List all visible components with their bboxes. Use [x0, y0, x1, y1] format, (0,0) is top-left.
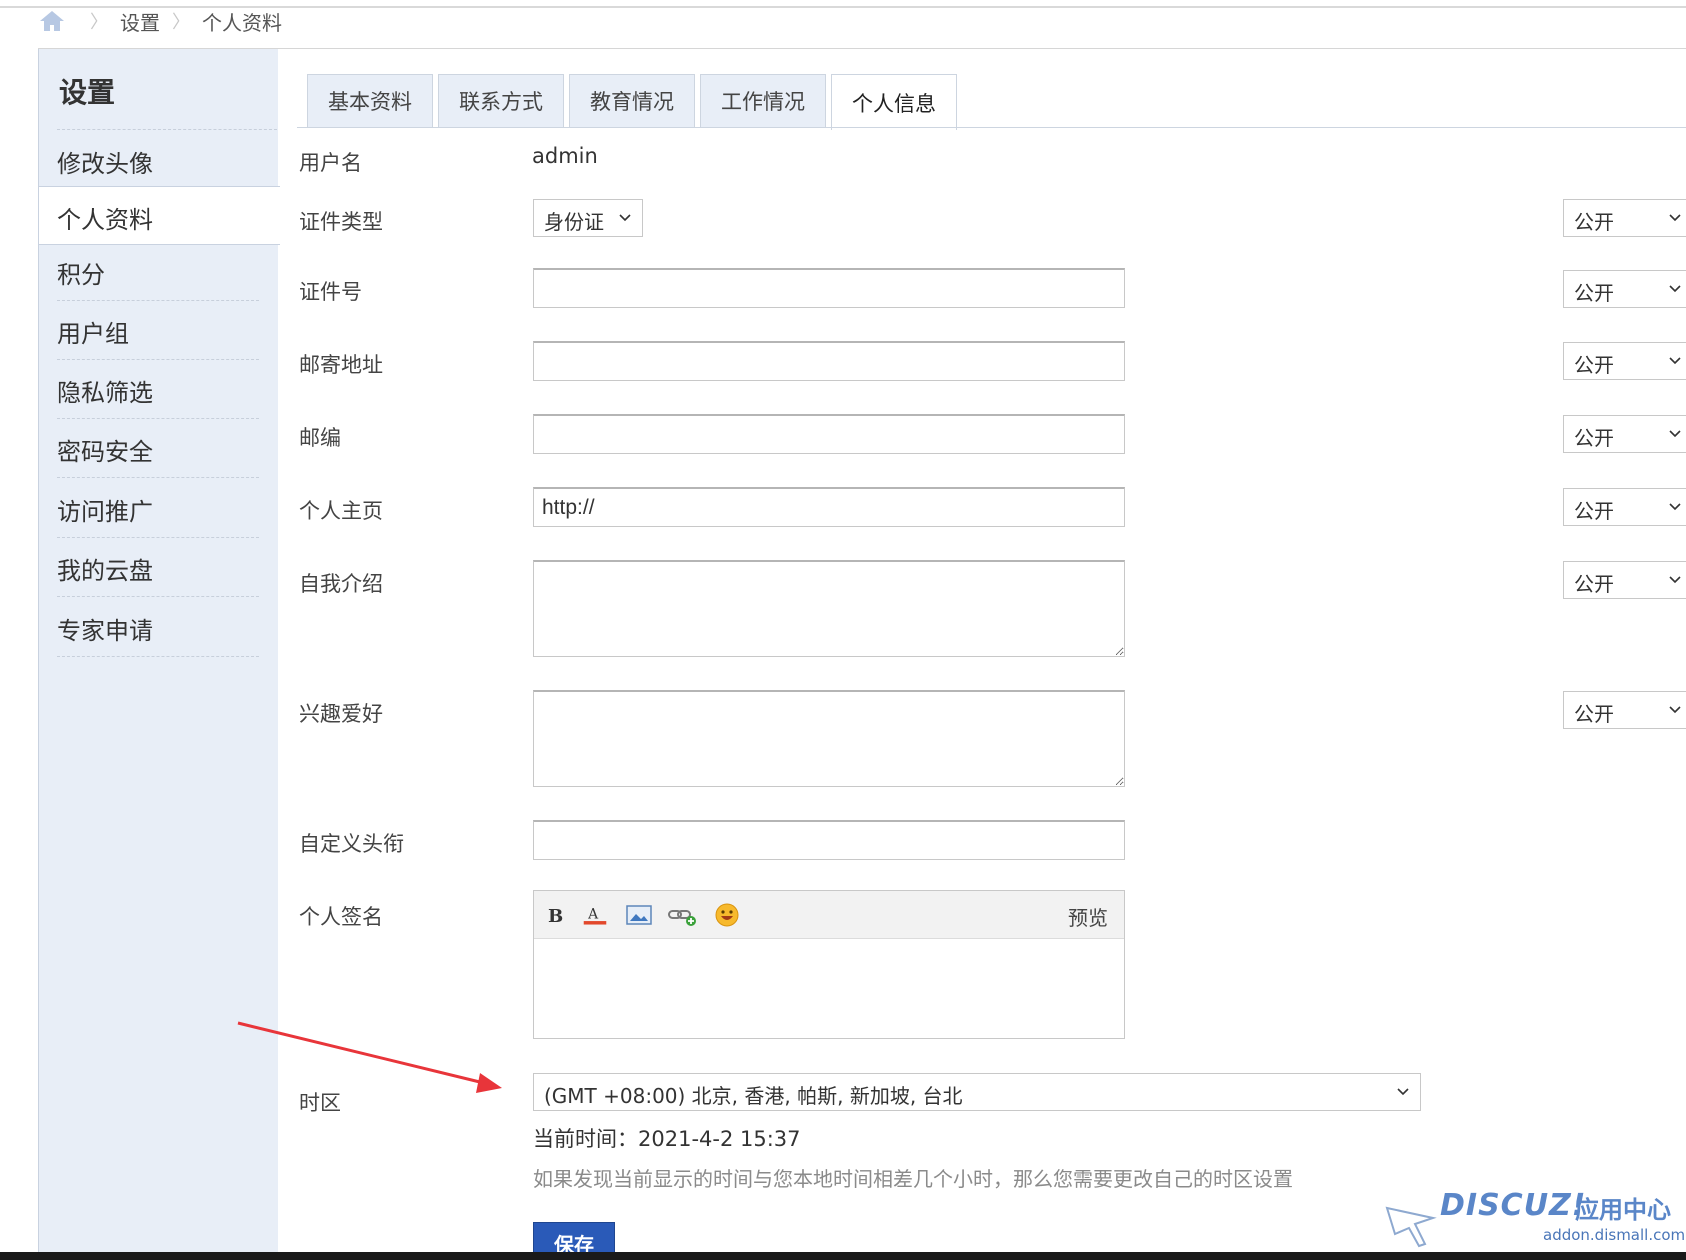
sidebar-item-label: 积分	[57, 261, 105, 289]
privacy-value: 公开	[1574, 499, 1614, 523]
breadcrumb-settings[interactable]: 设置	[120, 7, 160, 36]
privacy-value: 公开	[1574, 281, 1614, 305]
signature-label: 个人签名	[299, 905, 383, 929]
interests-label: 兴趣爱好	[299, 702, 383, 726]
interests-textarea[interactable]	[533, 690, 1125, 787]
svg-text:A: A	[587, 906, 599, 922]
bottom-bar	[0, 1252, 1686, 1260]
id-number-label: 证件号	[299, 280, 362, 304]
breadcrumb-profile: 个人资料	[202, 10, 282, 35]
username-label: 用户名	[299, 151, 362, 175]
zipcode-input[interactable]	[533, 414, 1125, 454]
chevron-down-icon	[619, 214, 631, 222]
link-icon[interactable]	[668, 903, 698, 927]
timezone-hint: 如果发现当前显示的时间与您本地时间相差几个小时，那么您需要更改自己的时区设置	[533, 1167, 1293, 1191]
editor-toolbar: B A 预览	[534, 891, 1124, 939]
sidebar-item-credits[interactable]: 积分	[39, 242, 279, 301]
id-number-input[interactable]	[533, 268, 1125, 308]
chevron-right-icon: 〉	[172, 12, 190, 33]
timezone-value: (GMT +08:00) 北京, 香港, 帕斯, 新加坡, 台北	[544, 1084, 963, 1108]
sidebar-item-label: 访问推广	[57, 498, 153, 526]
chevron-down-icon	[1669, 357, 1681, 365]
image-icon[interactable]	[626, 903, 652, 927]
chevron-down-icon	[1669, 503, 1681, 511]
username-value: admin	[532, 144, 598, 168]
sidebar-item-profile[interactable]: 个人资料	[39, 186, 280, 245]
interests-privacy-select[interactable]: 公开	[1563, 691, 1686, 729]
chevron-down-icon	[1669, 430, 1681, 438]
tab-basic[interactable]: 基本资料	[307, 74, 433, 127]
custom-title-label: 自定义头衔	[299, 832, 404, 856]
address-privacy-select[interactable]: 公开	[1563, 342, 1686, 380]
address-label: 邮寄地址	[299, 353, 383, 377]
chevron-down-icon	[1669, 285, 1681, 293]
bio-textarea[interactable]	[533, 560, 1125, 657]
sidebar-title: 设置	[59, 76, 116, 109]
tab-personal[interactable]: 个人信息	[831, 74, 957, 130]
bold-icon[interactable]: B	[544, 903, 570, 927]
chevron-down-icon	[1669, 706, 1681, 714]
sidebar-item-password[interactable]: 密码安全	[39, 419, 279, 478]
privacy-value: 公开	[1574, 572, 1614, 596]
font-color-icon[interactable]: A	[582, 903, 608, 927]
sidebar-item-privacy[interactable]: 隐私筛选	[39, 360, 279, 419]
svg-text:B: B	[548, 906, 563, 927]
homepage-input[interactable]	[533, 487, 1125, 527]
breadcrumb: 〉 设置 〉 个人资料	[38, 6, 282, 36]
zipcode-label: 邮编	[299, 426, 341, 450]
sidebar-item-label: 个人资料	[57, 206, 153, 234]
tab-underline	[297, 127, 1686, 128]
homepage-privacy-select[interactable]: 公开	[1563, 488, 1686, 526]
preview-button[interactable]: 预览	[1068, 902, 1108, 931]
chevron-down-icon	[1669, 214, 1681, 222]
timezone-select[interactable]: (GMT +08:00) 北京, 香港, 帕斯, 新加坡, 台北	[533, 1073, 1421, 1111]
id-type-privacy-select[interactable]: 公开	[1563, 199, 1686, 237]
homepage-label: 个人主页	[299, 499, 383, 523]
watermark-url: addon.dismall.com	[1543, 1226, 1686, 1244]
sidebar-item-label: 修改头像	[57, 150, 153, 178]
chevron-right-icon: 〉	[90, 12, 108, 33]
custom-title-input[interactable]	[533, 820, 1125, 860]
privacy-value: 公开	[1574, 353, 1614, 377]
current-time: 当前时间：2021-4-2 15:37	[533, 1127, 801, 1151]
watermark-text: 应用中心	[1575, 1196, 1671, 1224]
home-icon[interactable]	[38, 9, 66, 33]
sidebar-item-promotion[interactable]: 访问推广	[39, 479, 279, 538]
tab-education[interactable]: 教育情况	[569, 74, 695, 127]
sidebar-item-usergroup[interactable]: 用户组	[39, 301, 279, 360]
bio-label: 自我介绍	[299, 572, 383, 596]
tab-bar: 基本资料 联系方式 教育情况 工作情况 个人信息	[307, 74, 962, 130]
tab-contact[interactable]: 联系方式	[438, 74, 564, 127]
frame-border	[38, 48, 1686, 49]
sidebar-item-label: 密码安全	[57, 438, 153, 466]
signature-editor: B A 预览	[533, 890, 1125, 1039]
zipcode-privacy-select[interactable]: 公开	[1563, 415, 1686, 453]
sidebar: 设置 修改头像 个人资料 积分 用户组 隐私筛选 密码安全 访问推广 我的云盘 …	[38, 49, 280, 1259]
privacy-value: 公开	[1574, 210, 1614, 234]
sidebar-item-avatar[interactable]: 修改头像	[39, 131, 279, 190]
timezone-label: 时区	[299, 1091, 341, 1115]
bio-privacy-select[interactable]: 公开	[1563, 561, 1686, 599]
sidebar-item-label: 我的云盘	[57, 557, 153, 585]
privacy-value: 公开	[1574, 702, 1614, 726]
sidebar-item-label: 用户组	[57, 320, 129, 348]
id-number-privacy-select[interactable]: 公开	[1563, 270, 1686, 308]
divider	[57, 129, 277, 130]
sidebar-item-cloud[interactable]: 我的云盘	[39, 538, 279, 597]
sidebar-item-expert[interactable]: 专家申请	[39, 598, 279, 657]
watermark-brand: DISCUZ!	[1440, 1188, 1587, 1223]
id-type-select[interactable]: 身份证	[533, 199, 643, 237]
chevron-down-icon	[1669, 576, 1681, 584]
id-type-label: 证件类型	[299, 210, 383, 234]
id-type-value: 身份证	[544, 210, 604, 234]
sidebar-item-label: 隐私筛选	[57, 379, 153, 407]
chevron-down-icon	[1397, 1088, 1409, 1096]
address-input[interactable]	[533, 341, 1125, 381]
tab-work[interactable]: 工作情况	[700, 74, 826, 127]
privacy-value: 公开	[1574, 426, 1614, 450]
smiley-icon[interactable]	[714, 903, 740, 927]
sidebar-item-label: 专家申请	[57, 617, 153, 645]
